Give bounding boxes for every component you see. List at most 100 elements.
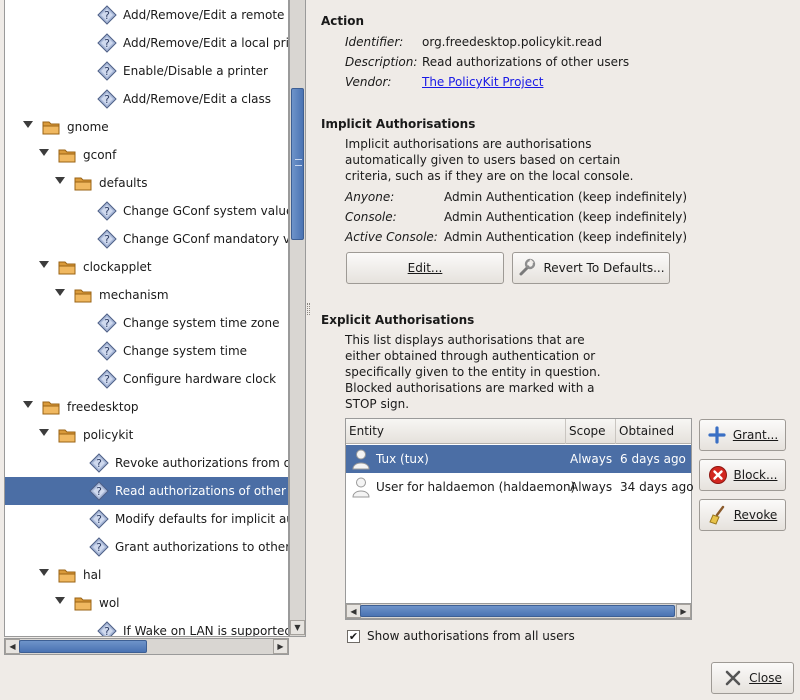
scroll-down-arrow-icon[interactable]: ▼ [290, 620, 305, 635]
tree-action-row[interactable]: ? Enable/Disable a printer [5, 57, 288, 85]
tree-vertical-scroll-thumb[interactable] [291, 88, 304, 240]
tree-folder-row[interactable]: mechanism [5, 281, 288, 309]
implicit-description: Implicit authorisations are authorisatio… [345, 136, 633, 184]
scope-cell: Always [570, 480, 613, 494]
list-horizontal-scrollbar[interactable]: ◀ ▶ [345, 603, 692, 619]
tree-action-row[interactable]: ? Change system time zone [5, 309, 288, 337]
tree-folder-row[interactable]: defaults [5, 169, 288, 197]
grant-button-label: Grant... [732, 428, 779, 442]
action-icon: ? [97, 341, 117, 361]
action-icon: ? [97, 89, 117, 109]
action-icon: ? [97, 621, 117, 636]
tree-item-label: Add/Remove/Edit a remote pr [123, 8, 288, 22]
entity-column-header[interactable]: Entity [346, 419, 566, 444]
revoke-button[interactable]: Revoke [699, 499, 786, 531]
tree-folder-row[interactable]: policykit [5, 421, 288, 449]
tree-item-label: Revoke authorizations from othe [115, 456, 288, 470]
tree-folder-row[interactable]: gnome [5, 113, 288, 141]
show-all-users-checkbox[interactable]: ✔ [347, 630, 360, 643]
tree-folder-row[interactable]: freedesktop [5, 393, 288, 421]
tree-item-label: Change GConf system values [123, 204, 288, 218]
tree-action-row[interactable]: ? Revoke authorizations from othe [5, 449, 288, 477]
close-icon [723, 668, 743, 688]
tree-item-label: Add/Remove/Edit a local print [123, 36, 288, 50]
tree-action-row[interactable]: ? Configure hardware clock [5, 365, 288, 393]
expander-arrow-icon[interactable] [23, 121, 33, 128]
block-button[interactable]: Block... [699, 459, 786, 491]
expander-arrow-icon[interactable] [39, 429, 49, 436]
tree-item-label: clockapplet [83, 260, 152, 274]
authorisation-row[interactable]: Tux (tux) Always 6 days ago [346, 445, 691, 473]
plus-icon [707, 425, 727, 445]
expander-arrow-icon[interactable] [39, 569, 49, 576]
action-tree[interactable]: ? Add/Remove/Edit a remote pr? Add/Remove/… [4, 0, 289, 637]
tree-item-label: gconf [83, 148, 117, 162]
implicit-section-title: Implicit Authorisations [321, 117, 476, 131]
folder-icon [57, 257, 77, 277]
tree-action-row[interactable]: ? Read authorizations of other use [5, 477, 288, 505]
tree-horizontal-scroll-thumb[interactable] [19, 640, 147, 653]
tree-item-label: Read authorizations of other use [115, 484, 288, 498]
explicit-section-title: Explicit Authorisations [321, 313, 475, 327]
scope-column-header[interactable]: Scope [566, 419, 616, 444]
tree-item-label: defaults [99, 176, 148, 190]
close-button-label: Close [749, 671, 782, 685]
expander-arrow-icon[interactable] [55, 177, 65, 184]
vendor-link[interactable]: The PolicyKit Project [422, 75, 543, 89]
tree-item-label: Configure hardware clock [123, 372, 277, 386]
tree-action-row[interactable]: ? Add/Remove/Edit a remote pr [5, 1, 288, 29]
tree-folder-row[interactable]: hal [5, 561, 288, 589]
action-icon: ? [97, 61, 117, 81]
authorisation-row[interactable]: User for haldaemon (haldaemon) Always 34… [346, 473, 694, 501]
description-label: Description: [345, 55, 418, 69]
folder-icon [41, 397, 61, 417]
list-scroll-left-arrow-icon[interactable]: ◀ [346, 604, 361, 618]
tree-folder-row[interactable]: gconf [5, 141, 288, 169]
tree-action-row[interactable]: ? If Wake on LAN is supported [5, 617, 288, 636]
tree-item-label: Change GConf mandatory valu [123, 232, 288, 246]
action-icon: ? [97, 201, 117, 221]
obtained-column-header[interactable]: Obtained [616, 419, 691, 444]
tree-action-row[interactable]: ? Add/Remove/Edit a class [5, 85, 288, 113]
scroll-right-arrow-icon[interactable]: ▶ [273, 639, 288, 654]
grant-button[interactable]: Grant... [699, 419, 786, 451]
list-scroll-right-arrow-icon[interactable]: ▶ [676, 604, 691, 618]
tree-action-row[interactable]: ? Add/Remove/Edit a local print [5, 29, 288, 57]
tree-action-row[interactable]: ? Modify defaults for implicit autho [5, 505, 288, 533]
authorisations-list[interactable]: Entity Scope Obtained Tux (tux) Always 6… [345, 418, 694, 620]
edit-button[interactable]: Edit... [346, 252, 504, 284]
show-all-users-label[interactable]: Show authorisations from all users [367, 629, 575, 643]
expander-arrow-icon[interactable] [55, 289, 65, 296]
tree-action-row[interactable]: ? Grant authorizations to other use [5, 533, 288, 561]
pane-divider-handle[interactable] [307, 303, 310, 315]
revert-to-defaults-button[interactable]: Revert To Defaults... [512, 252, 670, 284]
tree-horizontal-scrollbar[interactable]: ◀ ▶ [4, 638, 289, 655]
vendor-label: Vendor: [345, 75, 392, 89]
authorisations-list-header: Entity Scope Obtained [346, 419, 691, 444]
action-icon: ? [89, 509, 109, 529]
svg-text:?: ? [104, 345, 110, 358]
identifier-label: Identifier: [345, 35, 404, 49]
obtained-cell: 34 days ago [620, 480, 694, 494]
close-button[interactable]: Close [711, 662, 794, 694]
expander-arrow-icon[interactable] [23, 401, 33, 408]
tree-item-label: freedesktop [67, 400, 139, 414]
revert-button-label: Revert To Defaults... [543, 261, 665, 275]
tree-folder-row[interactable]: wol [5, 589, 288, 617]
action-icon: ? [97, 313, 117, 333]
tree-action-row[interactable]: ? Change GConf mandatory valu [5, 225, 288, 253]
tree-action-row[interactable]: ? Change system time [5, 337, 288, 365]
tree-item-label: Grant authorizations to other use [115, 540, 288, 554]
svg-text:?: ? [96, 485, 102, 498]
expander-arrow-icon[interactable] [39, 149, 49, 156]
identifier-value: org.freedesktop.policykit.read [422, 35, 602, 49]
tree-folder-row[interactable]: clockapplet [5, 253, 288, 281]
svg-text:?: ? [104, 373, 110, 386]
tree-action-row[interactable]: ? Change GConf system values [5, 197, 288, 225]
scroll-left-arrow-icon[interactable]: ◀ [5, 639, 20, 654]
anyone-value: Admin Authentication (keep indefinitely) [444, 190, 688, 204]
expander-arrow-icon[interactable] [55, 597, 65, 604]
list-horizontal-scroll-thumb[interactable] [360, 605, 675, 617]
expander-arrow-icon[interactable] [39, 261, 49, 268]
tree-vertical-scrollbar[interactable]: ▼ [289, 0, 306, 637]
